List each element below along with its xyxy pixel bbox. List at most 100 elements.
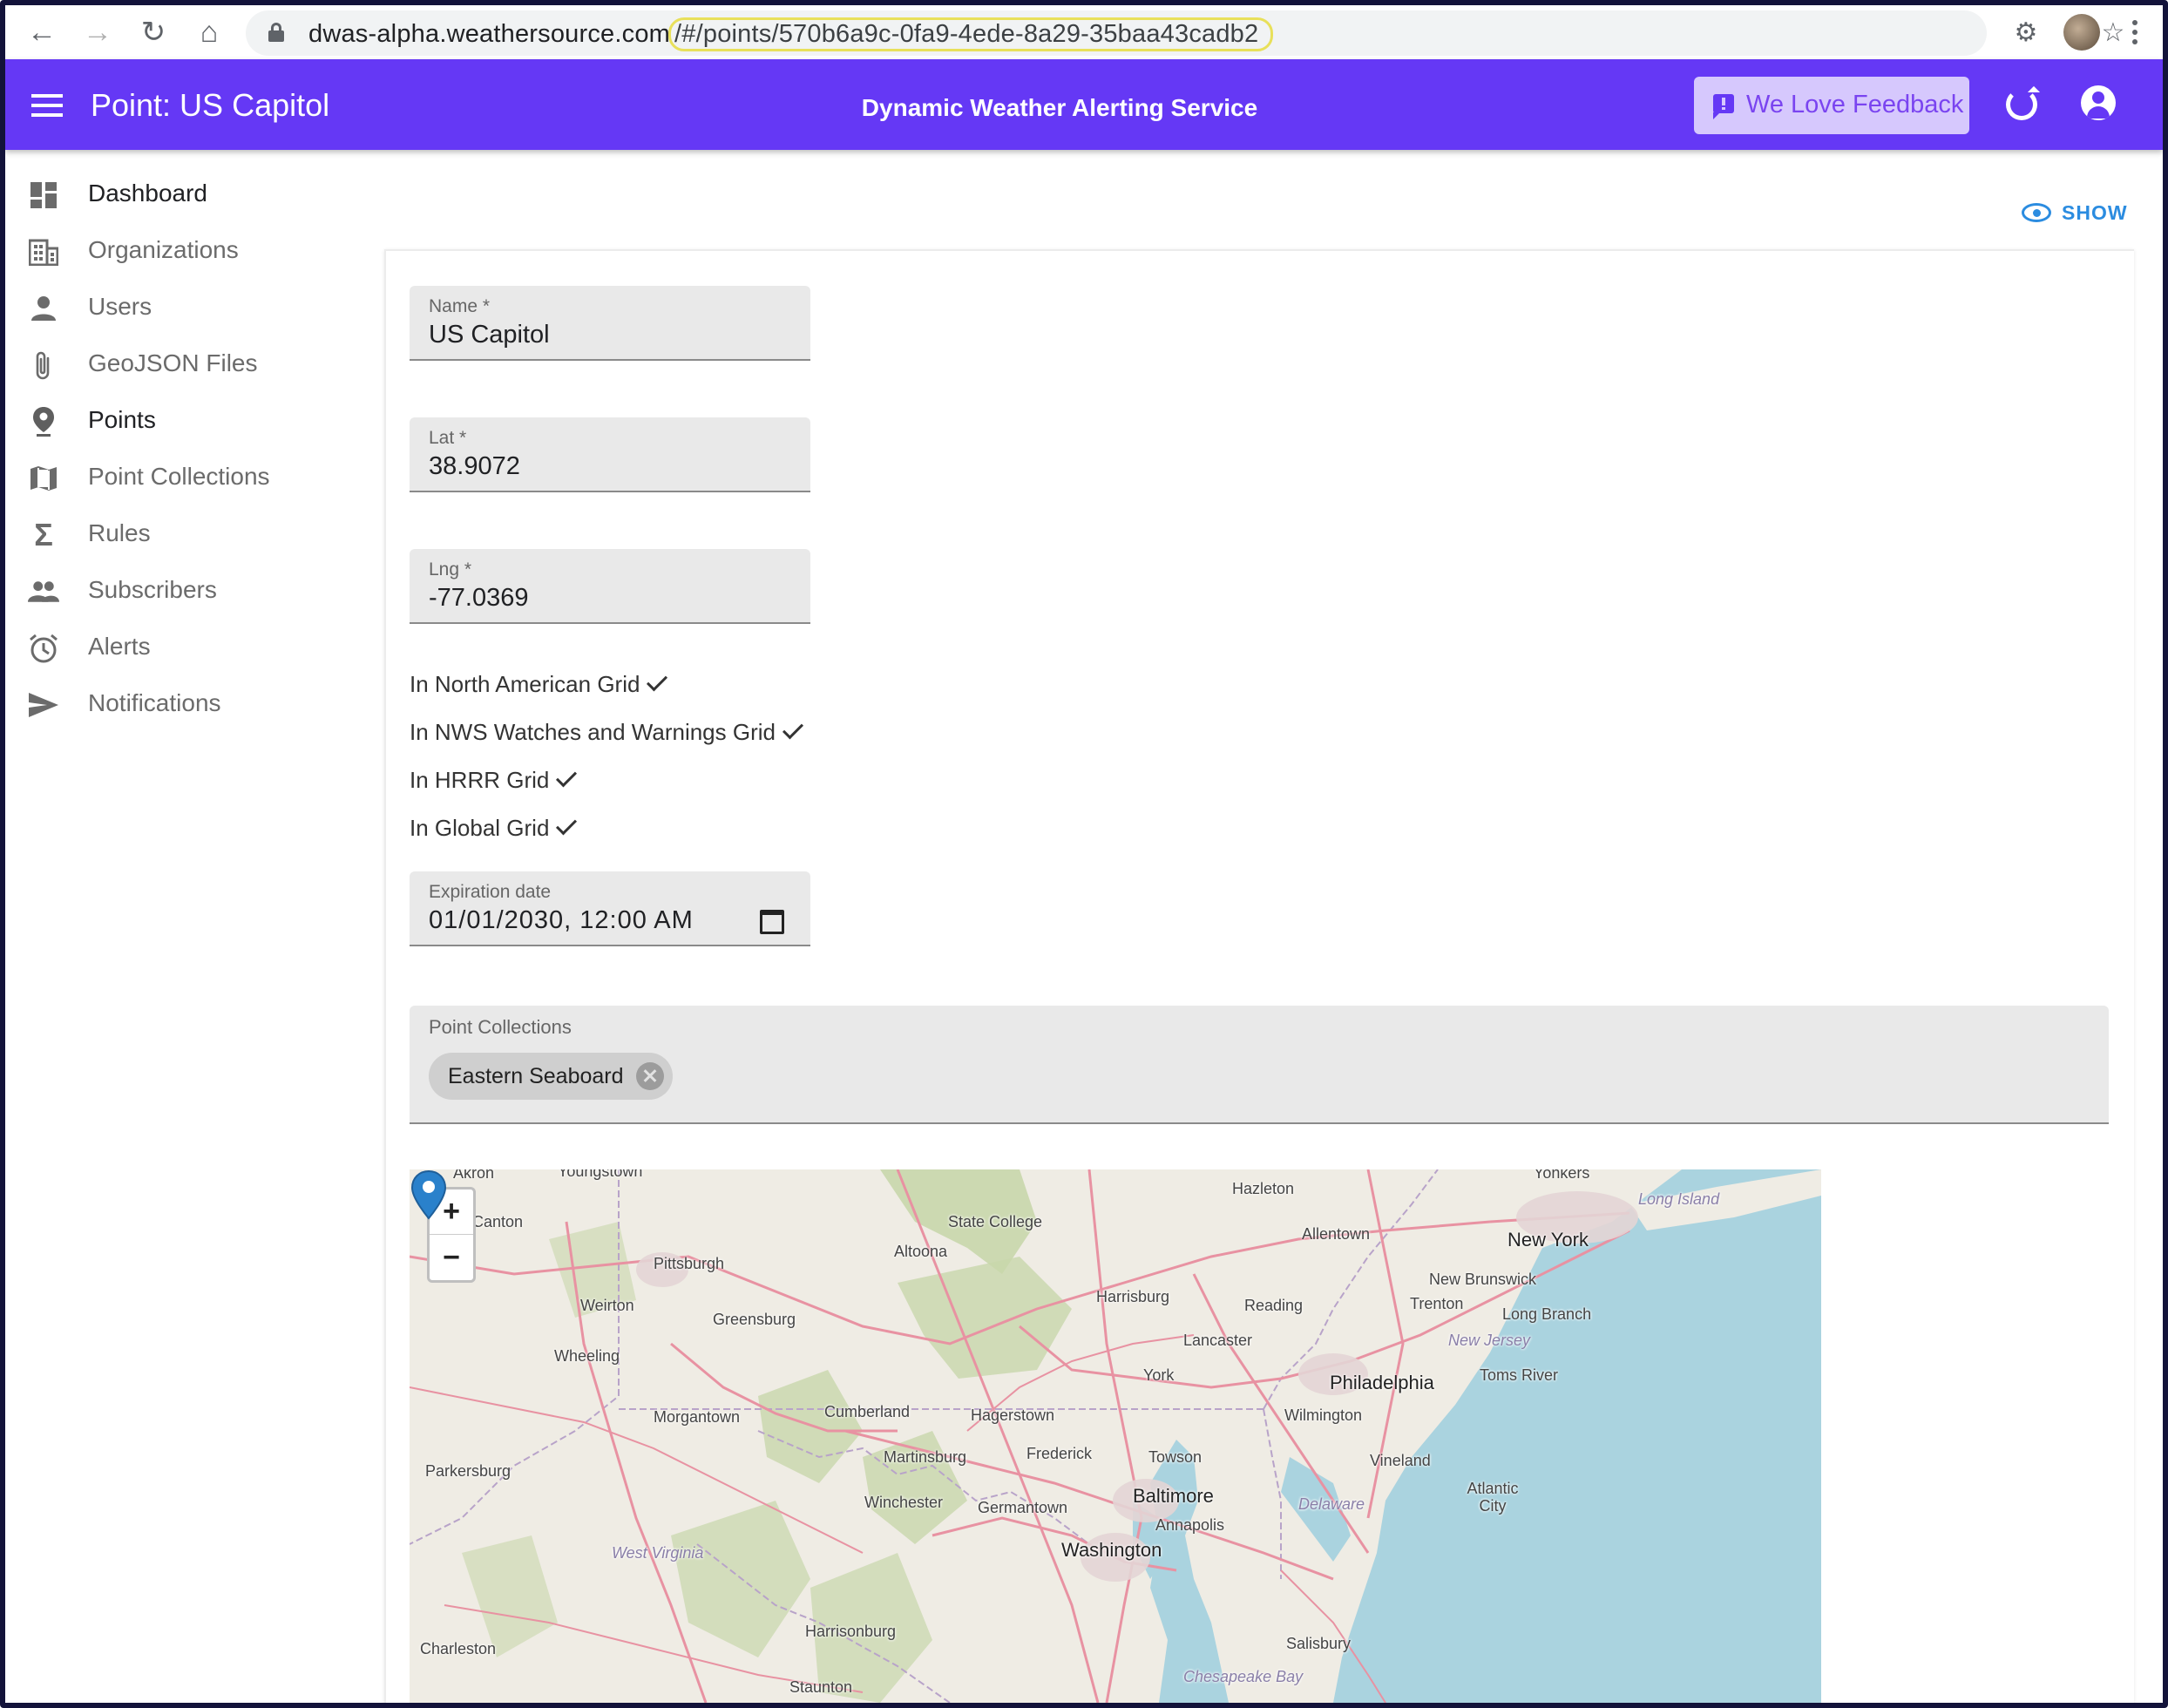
lng-field-label: Lng * xyxy=(429,559,472,580)
chip-remove-icon[interactable] xyxy=(635,1062,664,1090)
key-icon[interactable] xyxy=(1924,10,1968,54)
feedback-button[interactable]: We Love Feedback xyxy=(1694,77,1969,134)
map-label: Towson xyxy=(1148,1448,1203,1466)
address-bar[interactable]: dwas-alpha.weathersource.com/#/points/57… xyxy=(246,10,1987,56)
grid-check-north-american: In North American Grid xyxy=(410,670,668,698)
map-label: Baltimore xyxy=(1133,1485,1214,1507)
lng-field-value: -77.0369 xyxy=(429,584,529,612)
home-icon[interactable]: ⌂ xyxy=(188,11,230,53)
calendar-icon[interactable] xyxy=(760,910,784,934)
chip-label: Eastern Seaboard xyxy=(448,1063,624,1088)
name-field-label: Name * xyxy=(429,296,491,316)
dashboard-icon xyxy=(28,180,59,211)
name-field[interactable]: Name * US Capitol xyxy=(410,286,810,361)
grid-check-label: In HRRR Grid xyxy=(410,767,550,793)
sidebar-item-users[interactable]: Users xyxy=(5,281,380,333)
sidebar-item-organizations[interactable]: Organizations xyxy=(5,224,380,276)
expiration-date-field[interactable]: Expiration date 01/01/2030, 12:00 AM xyxy=(410,871,810,946)
sidebar-item-label: Rules xyxy=(88,519,151,546)
map-label: State College xyxy=(948,1213,1043,1230)
sidebar-item-geojson-files[interactable]: GeoJSON Files xyxy=(5,337,380,390)
map-tiles xyxy=(410,1169,1821,1703)
refresh-icon[interactable] xyxy=(2006,89,2037,120)
sidebar-item-rules[interactable]: Σ Rules xyxy=(5,507,380,559)
lat-field-label: Lat * xyxy=(429,428,467,448)
map-label: Greensburg xyxy=(713,1311,796,1328)
map[interactable]: + − Akron Youngstown Canton Pittsburgh W… xyxy=(410,1169,1821,1703)
expiration-date-value: 01/01/2030, 12:00 AM xyxy=(429,906,694,934)
show-toggle-button[interactable]: SHOW xyxy=(2022,197,2128,228)
point-collections-field[interactable]: Point Collections Eastern Seaboard xyxy=(410,1006,2109,1124)
zoom-out-button[interactable]: − xyxy=(430,1235,473,1280)
sidebar-item-alerts[interactable]: Alerts xyxy=(5,620,380,673)
lat-field[interactable]: Lat * 38.9072 xyxy=(410,417,810,492)
building-icon xyxy=(28,236,59,268)
map-label: New York xyxy=(1507,1229,1589,1250)
send-icon xyxy=(28,689,59,721)
feedback-icon xyxy=(1713,94,1734,119)
map-label: York xyxy=(1143,1366,1175,1384)
name-field-value: US Capitol xyxy=(429,321,550,349)
map-label: Harrisburg xyxy=(1096,1288,1170,1305)
account-icon[interactable] xyxy=(2081,85,2116,120)
show-label: SHOW xyxy=(2062,200,2128,224)
reload-icon[interactable]: ↻ xyxy=(132,11,174,53)
map-label: Martinsburg xyxy=(884,1448,967,1466)
map-label: Long Island xyxy=(1638,1190,1720,1208)
url-text[interactable]: dwas-alpha.weathersource.com/#/points/57… xyxy=(308,17,1274,51)
map-pin-icon xyxy=(28,406,59,437)
map-label: New Brunswick xyxy=(1429,1271,1537,1288)
sidebar-item-notifications[interactable]: Notifications xyxy=(5,677,380,729)
url-fragment-highlight: /#/points/570b6a9c-0fa9-4ede-8a29-35baa4… xyxy=(668,17,1274,51)
chrome-menu-icon[interactable] xyxy=(2126,14,2144,51)
map-label: Pittsburgh xyxy=(654,1255,725,1272)
sidebar-item-label: GeoJSON Files xyxy=(88,349,258,376)
map-label: Frederick xyxy=(1026,1445,1093,1462)
map-label: Chesapeake Bay xyxy=(1183,1668,1304,1685)
url-host: dwas-alpha.weathersource.com xyxy=(308,20,671,48)
expiration-date-label: Expiration date xyxy=(429,882,552,902)
lock-icon xyxy=(268,23,284,42)
map-label: West Virginia xyxy=(612,1544,704,1562)
sidebar-item-points[interactable]: Points xyxy=(5,394,380,446)
map-label: Vineland xyxy=(1370,1452,1431,1469)
map-label: Cumberland xyxy=(824,1403,911,1420)
forward-arrow-icon[interactable]: → xyxy=(77,11,119,53)
lng-field[interactable]: Lng * -77.0369 xyxy=(410,549,810,624)
sidebar-item-dashboard[interactable]: Dashboard xyxy=(5,167,380,220)
map-label: Yonkers xyxy=(1534,1169,1590,1182)
map-icon xyxy=(28,463,59,494)
map-label: Winchester xyxy=(864,1494,944,1511)
map-label: Lancaster xyxy=(1183,1332,1253,1349)
grid-check-label: In NWS Watches and Warnings Grid xyxy=(410,719,776,745)
app-bar: Point: US Capitol Dynamic Weather Alerti… xyxy=(5,59,2163,150)
map-label: Akron xyxy=(453,1169,495,1182)
profile-avatar[interactable] xyxy=(2063,14,2100,51)
alarm-icon xyxy=(28,633,59,664)
sidebar-item-point-collections[interactable]: Point Collections xyxy=(5,451,380,503)
map-label: Staunton xyxy=(789,1678,853,1696)
map-label: Charleston xyxy=(420,1640,497,1657)
location-marker-icon[interactable] xyxy=(410,1169,448,1222)
map-label: Salisbury xyxy=(1286,1635,1352,1652)
sidebar-item-subscribers[interactable]: Subscribers xyxy=(5,564,380,616)
grid-check-label: In Global Grid xyxy=(410,815,550,841)
back-arrow-icon[interactable]: ← xyxy=(21,11,63,53)
map-label: Hagerstown xyxy=(971,1406,1055,1424)
map-label: Annapolis xyxy=(1155,1516,1225,1534)
sidebar: Dashboard Organizations Users GeoJSON Fi… xyxy=(5,150,380,1703)
grid-check-label: In North American Grid xyxy=(410,671,640,697)
sidebar-item-label: Alerts xyxy=(88,633,151,660)
map-label: Trenton xyxy=(1410,1295,1464,1312)
map-label: Morgantown xyxy=(654,1408,741,1426)
map-label: Youngstown xyxy=(558,1169,643,1180)
collection-chip[interactable]: Eastern Seaboard xyxy=(429,1053,673,1100)
extensions-icon[interactable]: ⚙ xyxy=(2006,12,2046,52)
map-label: Allentown xyxy=(1302,1225,1371,1243)
paperclip-icon xyxy=(28,349,59,381)
lat-field-value: 38.9072 xyxy=(429,452,520,480)
map-label: Atlantic City xyxy=(1467,1480,1519,1515)
map-label: Delaware xyxy=(1298,1495,1365,1513)
sidebar-item-label: Notifications xyxy=(88,689,221,716)
sidebar-item-label: Organizations xyxy=(88,236,239,263)
